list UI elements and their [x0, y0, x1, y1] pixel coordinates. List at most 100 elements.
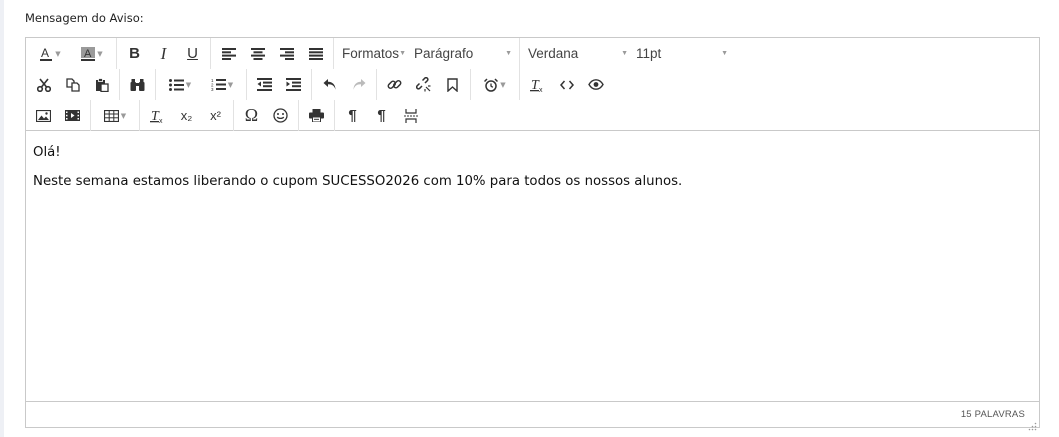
svg-text:A: A: [41, 46, 49, 60]
rtl-icon: ¶: [377, 107, 386, 124]
chevron-down-icon: ▼: [97, 49, 103, 58]
superscript-icon: x²: [210, 108, 221, 123]
underline-button[interactable]: U: [178, 41, 207, 66]
page-break-button[interactable]: [396, 103, 425, 128]
anchor-button[interactable]: [438, 72, 467, 97]
chevron-down-icon: ▼: [505, 50, 512, 57]
copy-button[interactable]: [58, 72, 87, 97]
toolbar-row-1: A ▼ A ▼ B I U Formatos ▼ Parágrafo ▼ Ver…: [26, 38, 735, 69]
history-group: [312, 69, 377, 100]
content-paragraph-greeting: Olá!: [33, 145, 61, 160]
indent-group: [247, 69, 312, 100]
chevron-down-icon: ▼: [621, 50, 628, 57]
media-icon: [65, 110, 80, 121]
block-format-dropdown[interactable]: Parágrafo ▼: [410, 41, 516, 66]
rtl-button[interactable]: ¶: [367, 103, 396, 128]
redo-button[interactable]: [344, 72, 373, 97]
font-size-dropdown[interactable]: 11pt ▼: [632, 41, 732, 66]
paste-button[interactable]: [87, 72, 116, 97]
align-center-button[interactable]: [243, 41, 272, 66]
align-right-button[interactable]: [272, 41, 301, 66]
emoticon-button[interactable]: [266, 103, 295, 128]
clear-format-icon: Tx: [530, 77, 545, 92]
alarm-button[interactable]: ▼: [474, 72, 516, 97]
find-button[interactable]: [123, 72, 152, 97]
undo-button[interactable]: [315, 72, 344, 97]
copy-icon: [65, 77, 80, 92]
ltr-icon: ¶: [348, 107, 357, 124]
page-side-strip: [0, 0, 4, 437]
find-group: [120, 69, 156, 100]
font-family-dropdown[interactable]: Verdana ▼: [524, 41, 632, 66]
toolbar-row-3: ▼ Tx x₂ x² Ω ¶ ¶: [26, 100, 428, 131]
color-group: A ▼ A ▼: [26, 38, 117, 69]
svg-text:x: x: [539, 87, 543, 92]
chevron-down-icon: ▼: [399, 50, 406, 57]
special-char-button[interactable]: Ω: [237, 103, 266, 128]
align-center-icon: [250, 47, 265, 60]
chevron-down-icon: ▼: [120, 111, 127, 120]
bullet-list-icon: [168, 78, 184, 91]
outdent-button[interactable]: [250, 72, 279, 97]
print-group: [299, 100, 335, 131]
chevron-down-icon: ▼: [55, 49, 61, 58]
clipboard-group: [26, 69, 120, 100]
insert-group: Ω: [234, 100, 299, 131]
align-left-button[interactable]: [214, 41, 243, 66]
image-icon: [36, 109, 51, 122]
alarm-group: ▼: [471, 69, 520, 100]
source-code-button[interactable]: [552, 72, 581, 97]
font-color-button[interactable]: A ▼: [29, 41, 71, 66]
font-size-label: 11pt: [636, 46, 662, 61]
link-icon: [387, 77, 402, 92]
italic-button[interactable]: I: [149, 41, 178, 66]
formats-dropdown[interactable]: Formatos ▼: [338, 41, 410, 66]
cut-icon: [36, 77, 51, 92]
insert-media-button[interactable]: [58, 103, 87, 128]
indent-icon: [286, 78, 301, 91]
media-group: [26, 100, 91, 131]
print-button[interactable]: [302, 103, 331, 128]
svg-text:A: A: [84, 48, 92, 60]
superscript-button[interactable]: x²: [201, 103, 230, 128]
unlink-button[interactable]: [409, 72, 438, 97]
indent-button[interactable]: [279, 72, 308, 97]
formats-label: Formatos: [342, 46, 400, 61]
subscript-icon: x₂: [180, 108, 193, 123]
text-style-group: B I U: [117, 38, 211, 69]
bullet-list-button[interactable]: ▼: [159, 72, 201, 97]
misc-group: Tx: [520, 69, 613, 100]
table-button[interactable]: ▼: [94, 103, 136, 128]
background-color-button[interactable]: A ▼: [71, 41, 113, 66]
bold-button[interactable]: B: [120, 41, 149, 66]
editor-content-area[interactable]: Olá! Neste semana estamos liberando o cu…: [26, 131, 1039, 402]
link-button[interactable]: [380, 72, 409, 97]
underline-icon: U: [187, 45, 198, 62]
toolbar-row-2: ▼ 123 ▼ ▼ T x: [26, 69, 613, 100]
numbered-list-button[interactable]: 123 ▼: [201, 72, 243, 97]
align-group: [211, 38, 334, 69]
ltr-button[interactable]: ¶: [338, 103, 367, 128]
undo-icon: [323, 78, 337, 91]
preview-button[interactable]: [581, 72, 610, 97]
clear-format-button[interactable]: Tx: [523, 72, 552, 97]
list-group: ▼ 123 ▼: [156, 69, 247, 100]
block-format-label: Parágrafo: [414, 46, 474, 61]
align-justify-button[interactable]: [301, 41, 330, 66]
table-group: ▼: [91, 100, 140, 131]
resize-handle-icon[interactable]: [1028, 416, 1037, 431]
font-color-icon: A: [39, 46, 53, 62]
subscript-button[interactable]: x₂: [172, 103, 201, 128]
formats-group: Formatos ▼ Parágrafo ▼: [334, 38, 520, 69]
cut-button[interactable]: [29, 72, 58, 97]
svg-text:3: 3: [211, 87, 214, 91]
insert-image-button[interactable]: [29, 103, 58, 128]
numbered-list-icon: 123: [211, 78, 226, 91]
chevron-down-icon: ▼: [227, 80, 234, 89]
chevron-down-icon: ▼: [500, 80, 506, 89]
outdent-icon: [257, 78, 272, 91]
paste-icon: [95, 77, 109, 92]
remove-format-button[interactable]: Tx: [143, 103, 172, 128]
find-icon: [130, 78, 145, 92]
unlink-icon: [416, 77, 431, 92]
